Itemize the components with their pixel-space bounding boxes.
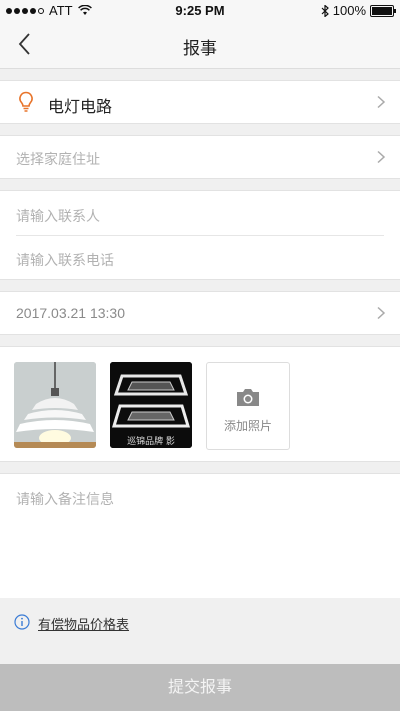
contact-name-input[interactable]: 请输入联系人 — [16, 206, 100, 226]
category-row[interactable]: 电灯电路 — [0, 80, 400, 124]
datetime-value: 2017.03.21 13:30 — [16, 305, 125, 321]
notes-placeholder: 请输入备注信息 — [16, 491, 114, 507]
address-placeholder: 选择家庭住址 — [16, 151, 100, 167]
chevron-right-icon — [377, 95, 386, 109]
price-list-link[interactable]: 有偿物品价格表 — [38, 614, 129, 633]
contact-section: 请输入联系人 请输入联系电话 — [0, 190, 400, 280]
contact-phone-input[interactable]: 请输入联系电话 — [16, 250, 114, 270]
status-right: 100% — [321, 3, 396, 18]
divider — [16, 235, 384, 236]
status-bar: ATT 9:25 PM 100% — [0, 0, 400, 20]
battery-icon — [370, 4, 396, 17]
nav-bar: 报事 — [0, 20, 400, 69]
address-select-row[interactable]: 选择家庭住址 — [0, 135, 400, 179]
thumbnail-caption: 巡锦品牌 影 — [127, 435, 175, 447]
submit-button[interactable]: 提交报事 — [0, 664, 400, 711]
add-photo-label: 添加照片 — [223, 419, 272, 433]
camera-icon — [237, 389, 259, 406]
photo-thumbnail[interactable] — [14, 362, 96, 448]
notes-textarea[interactable]: 请输入备注信息 — [0, 473, 400, 598]
lightbulb-icon — [19, 91, 33, 112]
photo-thumbnail[interactable]: 巡锦品牌 影 — [110, 362, 192, 448]
datetime-select-row[interactable]: 2017.03.21 13:30 — [0, 291, 400, 335]
page-title: 报事 — [183, 39, 217, 58]
ceiling-lamp-image: 巡锦品牌 影 — [110, 362, 192, 448]
photos-section: 巡锦品牌 影 添加照片 — [0, 346, 400, 462]
bluetooth-icon — [321, 4, 329, 17]
category-label: 电灯电路 — [48, 99, 113, 116]
pendant-lamp-image — [14, 362, 96, 448]
chevron-right-icon — [377, 306, 386, 320]
chevron-right-icon — [377, 150, 386, 164]
pricing-link-row: 有偿物品价格表 — [0, 598, 400, 648]
info-icon — [14, 614, 30, 630]
add-photo-button[interactable]: 添加照片 — [206, 362, 290, 450]
battery-percent: 100% — [332, 3, 366, 18]
